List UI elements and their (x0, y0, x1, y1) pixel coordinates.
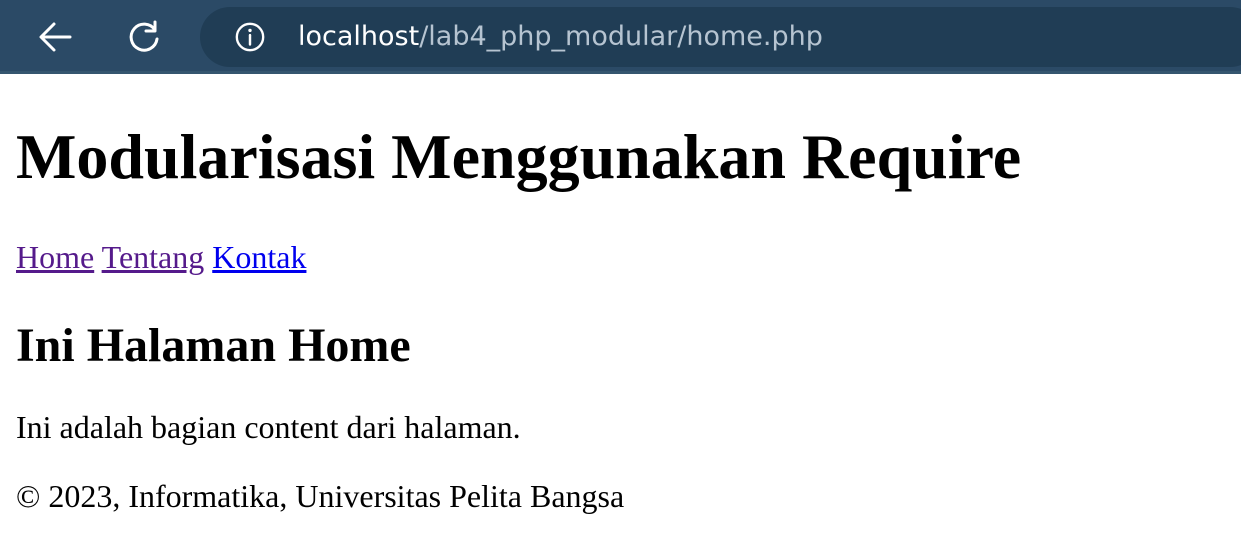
url-host: localhost (298, 21, 420, 52)
section-heading: Ini Halaman Home (16, 319, 411, 372)
nav-link-home[interactable]: Home (16, 239, 94, 275)
content-paragraph: Ini adalah bagian content dari halaman. (16, 409, 521, 445)
url-path: /lab4_php_modular/home.php (419, 21, 823, 52)
url-text[interactable]: localhost/lab4_php_modular/home.php (298, 19, 823, 55)
reload-icon (129, 20, 159, 52)
reload-button[interactable] (121, 14, 167, 60)
browser-toolbar: localhost/lab4_php_modular/home.php (0, 0, 1241, 74)
address-bar[interactable]: localhost/lab4_php_modular/home.php (200, 7, 1241, 67)
page-nav: Home Tentang Kontak (16, 239, 306, 275)
back-arrow-icon (39, 22, 72, 52)
info-icon[interactable] (234, 21, 266, 53)
footer-text: © 2023, Informatika, Universitas Pelita … (16, 478, 625, 514)
page-title: Modularisasi Menggunakan Require (16, 121, 1022, 192)
back-button[interactable] (33, 14, 79, 60)
nav-link-kontak[interactable]: Kontak (212, 239, 306, 275)
nav-link-tentang[interactable]: Tentang (102, 239, 205, 275)
